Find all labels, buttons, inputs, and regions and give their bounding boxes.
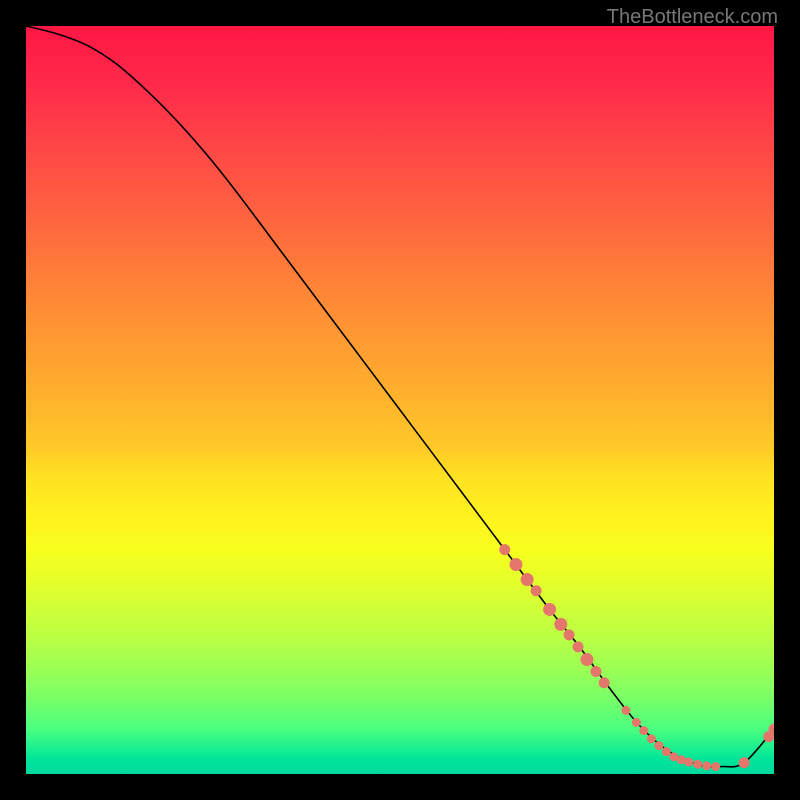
chart-svg	[26, 26, 774, 774]
chart-dot	[712, 763, 720, 771]
chart-plot-area	[26, 26, 774, 774]
chart-dot	[632, 718, 640, 726]
chart-scatter-dots	[500, 545, 774, 771]
watermark-text: TheBottleneck.com	[607, 6, 778, 29]
chart-dot	[599, 678, 609, 688]
chart-dot	[531, 586, 541, 596]
chart-dot	[544, 603, 556, 615]
chart-dot	[739, 758, 749, 768]
chart-dot	[640, 727, 648, 735]
chart-dot	[564, 630, 574, 640]
chart-dot	[685, 758, 693, 766]
chart-dot	[500, 545, 510, 555]
chart-dot	[655, 742, 663, 750]
chart-dot	[670, 753, 678, 761]
chart-dot	[703, 762, 711, 770]
chart-dot	[573, 642, 583, 652]
chart-dot	[694, 760, 702, 768]
chart-curve	[26, 26, 774, 767]
chart-dot	[510, 559, 522, 571]
chart-dot	[521, 574, 533, 586]
chart-dot	[591, 667, 601, 677]
chart-dot	[622, 706, 630, 714]
chart-dot	[581, 654, 593, 666]
chart-dot	[555, 618, 567, 630]
chart-dot	[662, 748, 670, 756]
chart-dot	[647, 735, 655, 743]
chart-dot	[677, 756, 685, 764]
